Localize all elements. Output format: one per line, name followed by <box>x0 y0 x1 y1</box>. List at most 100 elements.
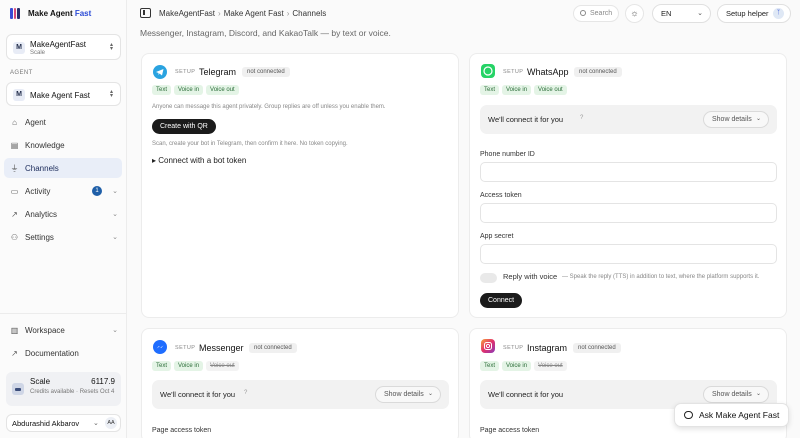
breadcrumb-workspace[interactable]: MakeAgentFast <box>159 9 215 18</box>
helper-icon: ᛉ <box>773 8 784 19</box>
capability-tags: Text Voice in Voice out <box>480 361 567 371</box>
voice-reply-description: — Speak the reply (TTS) in addition to t… <box>562 274 760 280</box>
sidebar-item-knowledge[interactable]: ▤ Knowledge <box>4 135 122 155</box>
chevron-down-icon: ⌄ <box>93 420 99 427</box>
sidebar-item-label: Agent <box>25 117 46 127</box>
sidebar-item-channels[interactable]: ⏚ Channels <box>4 158 122 178</box>
page-subtitle: Messenger, Instagram, Discord, and Kakao… <box>140 28 391 38</box>
search-label: Search <box>590 10 613 17</box>
app-secret-input[interactable] <box>480 244 777 264</box>
show-details-button[interactable]: Show details ⌄ <box>703 111 769 128</box>
voice-reply-label: Reply with voice <box>503 272 558 281</box>
agent-avatar: M <box>13 89 25 101</box>
instagram-icon <box>481 339 495 353</box>
sidebar-nav: ⌂ Agent ▤ Knowledge ⏚ Channels ▭ Activit… <box>4 112 122 250</box>
phone-number-label: Phone number ID <box>480 151 535 158</box>
phone-number-input[interactable] <box>480 162 777 182</box>
setup-label: SETUP <box>175 69 196 75</box>
search-button[interactable]: Search <box>573 5 619 22</box>
sidebar-divider <box>0 313 127 314</box>
app-secret-label: App secret <box>480 233 514 240</box>
sidebar-item-settings[interactable]: ⚇ Settings ⌄ <box>4 227 122 247</box>
ask-assistant-button[interactable]: Ask Make Agent Fast <box>674 403 789 427</box>
credit-card-icon <box>12 383 24 395</box>
sidebar-item-workspace[interactable]: ▥ Workspace ⌄ <box>4 320 122 340</box>
theme-toggle-button[interactable]: ☼ <box>625 4 644 23</box>
whatsapp-card: SETUP WhatsApp not connected Text Voice … <box>469 53 787 318</box>
sidebar-item-analytics[interactable]: ↗ Analytics ⌄ <box>4 204 122 224</box>
managed-setup-box: We'll connect it for you ? Show details … <box>480 105 777 134</box>
managed-setup-text: We'll connect it for you <box>488 390 564 399</box>
setup-label: SETUP <box>503 69 524 75</box>
sidebar-item-activity[interactable]: ▭ Activity 1 ⌄ <box>4 181 122 201</box>
user-menu[interactable]: Abdurashid Akbarov ⌄ AA <box>6 414 121 432</box>
agent-switcher[interactable]: M Make Agent Fast ▴ ▾ <box>6 82 121 106</box>
book-icon: ▤ <box>10 140 19 150</box>
search-icon <box>580 10 586 16</box>
chevron-down-icon: ⌄ <box>427 391 433 397</box>
chevron-down-icon: ⌄ <box>755 116 761 122</box>
top-header: MakeAgentFast › Make Agent Fast › Channels… <box>127 0 800 26</box>
agent-name: Make Agent Fast <box>30 91 91 100</box>
credits-card[interactable]: Scale 6117.9 Credits available · Resets … <box>6 372 121 406</box>
sidebar-item-label: Workspace <box>25 325 65 335</box>
show-details-label: Show details <box>712 116 752 123</box>
workspace-switcher[interactable]: M MakeAgentFast Scale ▴ ▾ <box>6 34 121 60</box>
managed-setup-text: We'll connect it for you <box>160 390 236 399</box>
managed-setup-box: We'll connect it for you ? Show details … <box>152 380 449 409</box>
user-name: Abdurashid Akbarov <box>12 419 80 428</box>
channel-name: WhatsApp <box>527 67 569 77</box>
tag-text: Text <box>152 361 172 371</box>
create-with-qr-button[interactable]: Create with QR <box>152 119 216 134</box>
sidebar-item-label: Knowledge <box>25 140 65 150</box>
show-details-button[interactable]: Show details ⌄ <box>703 386 769 403</box>
access-token-label: Access token <box>480 192 522 199</box>
bot-token-toggle[interactable]: ▸ Connect with a bot token <box>152 156 246 165</box>
breadcrumb-agent[interactable]: Make Agent Fast <box>224 9 284 18</box>
connect-button[interactable]: Connect <box>480 293 523 308</box>
tag-voice-out: Voice out <box>206 85 239 95</box>
tag-voice-in: Voice in <box>174 361 204 371</box>
setup-label: SETUP <box>175 345 196 351</box>
chevron-updown-icon: ▴ ▾ <box>109 42 113 52</box>
sidebar-item-label: Channels <box>25 163 59 173</box>
show-details-label: Show details <box>384 391 424 398</box>
user-avatar: AA <box>105 417 117 429</box>
tag-text: Text <box>152 85 172 95</box>
page-access-token-label: Page access token <box>480 427 540 434</box>
channel-name: Messenger <box>199 343 244 353</box>
tag-voice-out: Voice out <box>534 85 567 95</box>
chevron-down-icon: ⌄ <box>755 391 761 397</box>
chevron-down-icon: ⌄ <box>112 211 118 218</box>
show-details-button[interactable]: Show details ⌄ <box>375 386 441 403</box>
help-icon[interactable]: ? <box>244 390 247 396</box>
sidebar-item-documentation[interactable]: ↗ Documentation <box>4 343 122 363</box>
setup-helper-button[interactable]: Setup helper ᛉ <box>717 4 791 23</box>
status-badge: not connected <box>249 343 297 353</box>
sidebar-item-label: Documentation <box>25 348 79 358</box>
workspace-plan: Scale <box>30 50 46 56</box>
status-badge: not connected <box>242 67 290 77</box>
chevron-updown-icon: ▴ ▾ <box>109 89 113 99</box>
telegram-icon <box>153 65 167 79</box>
language-select[interactable]: EN ⌄ <box>652 4 711 23</box>
whatsapp-icon <box>481 64 495 78</box>
sidebar-item-label: Analytics <box>25 209 58 219</box>
activity-badge: 1 <box>92 186 102 196</box>
chevron-down-icon: ⌄ <box>112 327 118 334</box>
telegram-card: SETUP Telegram not connected Text Voice … <box>141 53 459 318</box>
logo-icon <box>10 8 21 19</box>
brand[interactable]: Make Agent Fast <box>10 8 91 19</box>
breadcrumb-separator: › <box>286 9 290 18</box>
help-icon[interactable]: ? <box>580 115 583 121</box>
credits-subtext: Credits available · Resets Oct 4 <box>30 389 115 395</box>
sidebar-item-agent[interactable]: ⌂ Agent <box>4 112 122 132</box>
setup-helper-label: Setup helper <box>726 9 769 18</box>
chat-bubble-icon <box>684 411 693 419</box>
voice-reply-toggle[interactable] <box>480 273 497 283</box>
sidebar-toggle-icon[interactable] <box>140 8 151 18</box>
breadcrumb-separator: › <box>218 9 221 18</box>
person-icon: ⚇ <box>10 232 19 242</box>
building-icon: ▥ <box>10 325 19 335</box>
access-token-input[interactable] <box>480 203 777 223</box>
